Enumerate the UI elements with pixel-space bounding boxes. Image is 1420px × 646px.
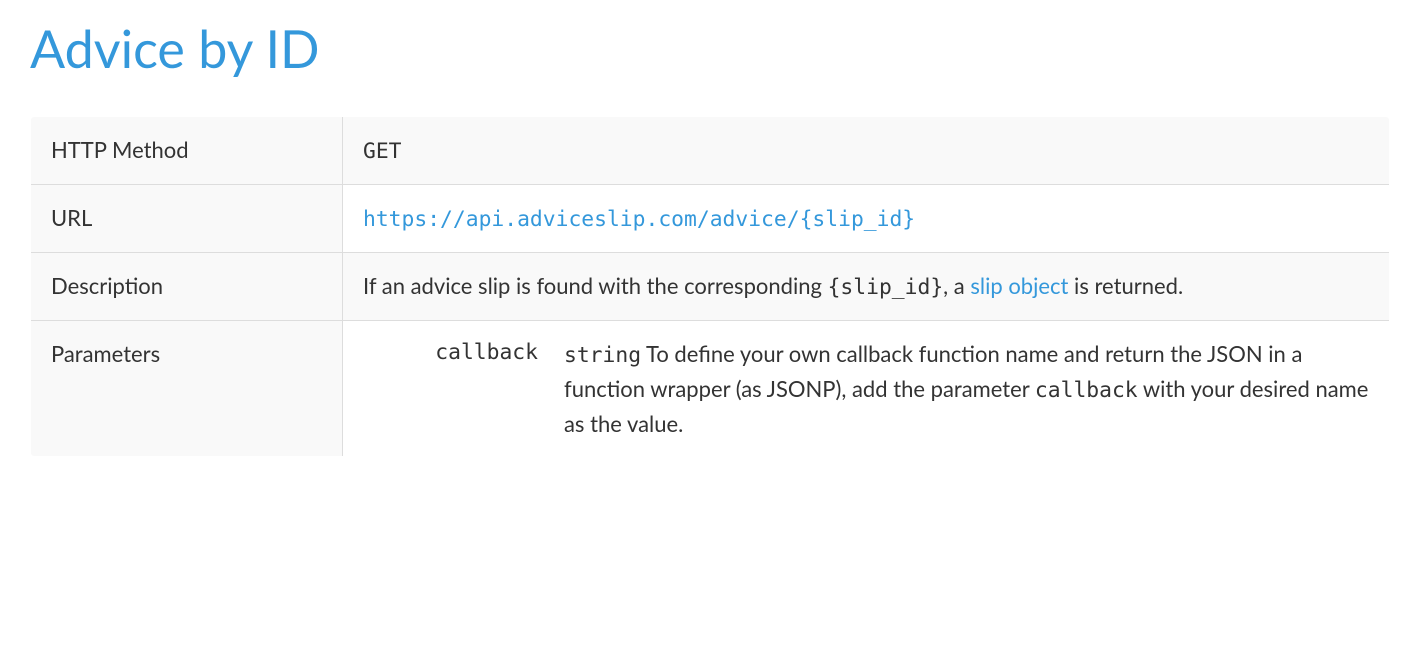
table-row: Description If an advice slip is found w… (31, 253, 1390, 321)
description-text-after: is returned. (1068, 272, 1183, 299)
row-value-url: https://api.adviceslip.com/advice/{slip_… (343, 185, 1390, 253)
slip-object-link[interactable]: slip object (970, 272, 1068, 299)
row-value-parameters: callback string To define your own callb… (343, 321, 1390, 457)
parameter-desc-code: callback (1035, 378, 1138, 403)
parameter-type: string (564, 343, 641, 368)
row-label-http-method: HTTP Method (31, 117, 343, 185)
description-text-before: If an advice slip is found with the corr… (363, 272, 828, 299)
table-row: URL https://api.adviceslip.com/advice/{s… (31, 185, 1390, 253)
parameter-name: callback (363, 337, 538, 440)
description-text-middle: , a (943, 272, 970, 299)
parameter-description: string To define your own callback funct… (564, 337, 1369, 440)
parameter-item: callback string To define your own callb… (363, 337, 1369, 440)
page-title: Advice by ID (30, 10, 1390, 88)
definition-table: HTTP Method GET URL https://api.advicesl… (30, 116, 1390, 457)
row-label-url: URL (31, 185, 343, 253)
row-label-description: Description (31, 253, 343, 321)
http-method-value: GET (363, 139, 402, 164)
row-value-http-method: GET (343, 117, 1390, 185)
description-code: {slip_id} (828, 275, 944, 300)
url-link[interactable]: https://api.adviceslip.com/advice/{slip_… (363, 207, 915, 232)
row-label-parameters: Parameters (31, 321, 343, 457)
table-row: Parameters callback string To define you… (31, 321, 1390, 457)
row-value-description: If an advice slip is found with the corr… (343, 253, 1390, 321)
table-row: HTTP Method GET (31, 117, 1390, 185)
